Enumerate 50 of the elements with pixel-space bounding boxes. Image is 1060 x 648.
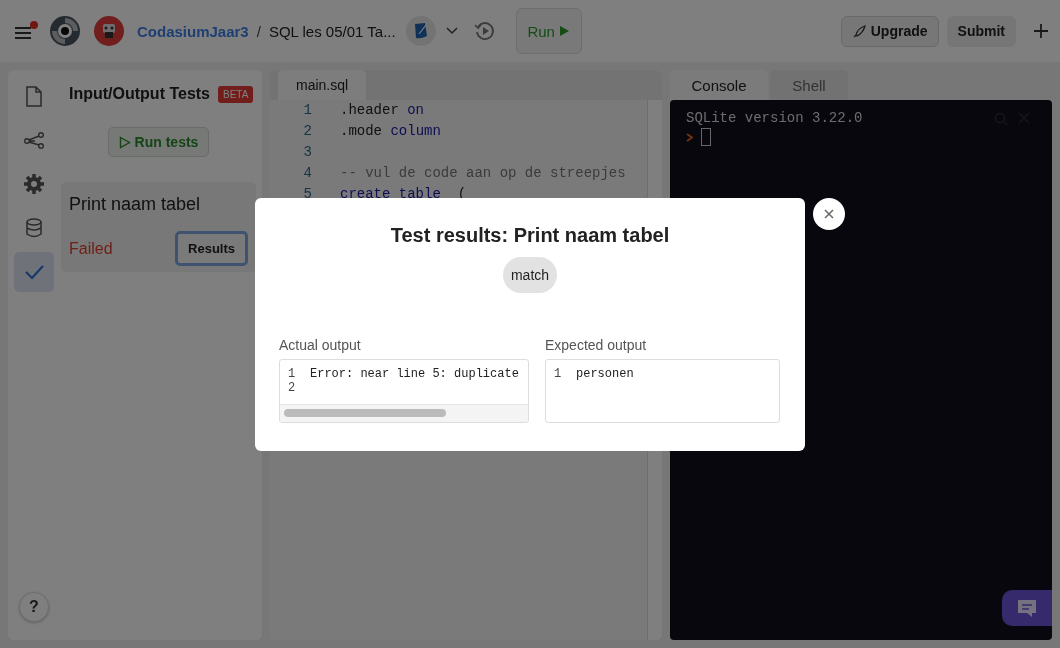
line-number: 2	[302, 122, 312, 141]
avatar-icon[interactable]	[94, 16, 124, 46]
scrollbar[interactable]	[280, 403, 528, 422]
play-icon	[558, 25, 570, 37]
output-line: Error: near line 5: duplicate	[310, 366, 519, 381]
project-title[interactable]: SQL les 05/01 Ta...	[268, 22, 396, 40]
console-tab[interactable]: Console	[670, 70, 768, 100]
line-number: 1	[302, 101, 312, 120]
chat-button[interactable]	[1002, 590, 1052, 626]
line-number: 5	[302, 185, 312, 204]
output-label: Actual output	[279, 336, 362, 353]
cursor	[701, 128, 711, 146]
chat-icon	[1016, 598, 1038, 618]
help-button[interactable]: ?	[19, 592, 49, 622]
match-tag: match	[502, 256, 558, 293]
run-tests-button[interactable]: Run tests	[107, 127, 210, 157]
test-status: Failed	[69, 239, 113, 258]
sql-file-icon[interactable]	[405, 16, 436, 46]
beta-badge: BETA	[218, 85, 254, 103]
menu-icon[interactable]	[14, 26, 32, 40]
output-label: Expected output	[545, 336, 648, 353]
code-line: -- vul de code aan op de streepjes	[340, 165, 626, 181]
line-number: 4	[302, 164, 312, 183]
close-icon	[824, 208, 834, 219]
logo-icon[interactable]	[49, 15, 81, 47]
history-icon[interactable]	[473, 20, 496, 42]
code-line: .mode column	[340, 123, 441, 139]
test-name: Print naam tabel	[69, 194, 202, 215]
results-button[interactable]: Results	[175, 231, 248, 266]
line-number: 1	[554, 366, 563, 381]
code-line: .header on	[340, 102, 425, 118]
prompt-icon	[686, 132, 693, 142]
play-icon	[118, 135, 131, 149]
add-icon[interactable]	[1034, 24, 1048, 38]
line-number: 2	[288, 380, 297, 395]
console-line: SQLite version 3.22.0	[686, 110, 863, 126]
line-number: 3	[302, 143, 312, 162]
console-tab[interactable]: Shell	[770, 70, 848, 100]
line-number: 1	[288, 366, 297, 381]
username-link[interactable]: CodasiumJaar3	[137, 22, 249, 40]
path-separator: /	[256, 22, 261, 40]
panel-title: Input/Output Tests	[69, 85, 210, 103]
submit-button[interactable]: Submit	[946, 15, 1016, 47]
file-tab[interactable]: main.sql	[278, 70, 367, 100]
check-icon[interactable]	[14, 252, 54, 292]
output-line: personen	[576, 366, 634, 381]
upgrade-button[interactable]: Upgrade	[840, 15, 939, 47]
run-button[interactable]: Run	[515, 8, 582, 54]
chevron-down-icon[interactable]	[445, 27, 458, 35]
dialog-title: Test results: Print naam tabel	[390, 223, 670, 247]
